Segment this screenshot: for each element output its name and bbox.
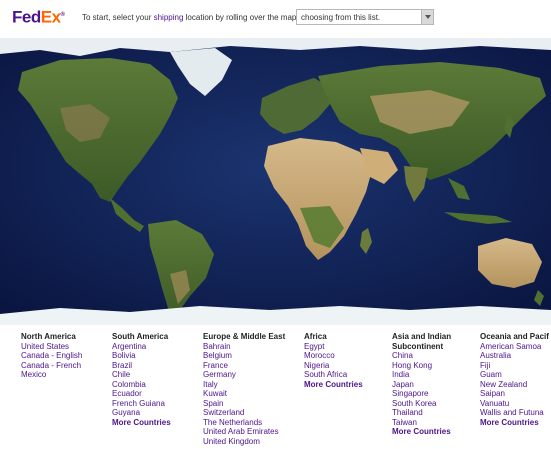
- region-title: Europe & Middle East: [203, 332, 286, 341]
- more-countries-link[interactable]: More Countries: [304, 380, 363, 390]
- logo-ex: Ex: [40, 7, 61, 27]
- country-link[interactable]: Kuwait: [203, 389, 285, 399]
- region-africa: Africa Egypt Morocco Nigeria South Afric…: [304, 332, 363, 389]
- country-link[interactable]: Taiwan: [392, 418, 451, 428]
- country-link[interactable]: Ecuador: [112, 389, 171, 399]
- region-lists: North America United States Canada - Eng…: [0, 325, 551, 449]
- country-link[interactable]: Colombia: [112, 380, 171, 390]
- more-countries-link[interactable]: More Countries: [112, 418, 171, 428]
- country-link[interactable]: Bahrain: [203, 342, 285, 352]
- country-link[interactable]: Germany: [203, 370, 285, 380]
- region-title: Oceania and Pacif: [480, 332, 549, 341]
- world-map-image: [0, 38, 551, 325]
- country-link[interactable]: United Kingdom: [203, 437, 285, 447]
- country-link[interactable]: France: [203, 361, 285, 371]
- region-title-line2: Subcontinent: [392, 341, 444, 351]
- country-link[interactable]: Bolivia: [112, 351, 171, 361]
- world-map[interactable]: [0, 38, 551, 325]
- country-link[interactable]: Canada - English: [21, 351, 82, 361]
- chevron-down-icon[interactable]: [421, 10, 433, 24]
- country-link[interactable]: American Samoa: [480, 342, 549, 352]
- country-link[interactable]: Fiji: [480, 361, 549, 371]
- country-link[interactable]: Belgium: [203, 351, 285, 361]
- country-link[interactable]: Hong Kong: [392, 361, 451, 371]
- country-link[interactable]: Spain: [203, 399, 285, 409]
- country-link[interactable]: United States: [21, 342, 82, 352]
- instruction-link: shipping: [153, 13, 184, 22]
- region-north-america: North America United States Canada - Eng…: [21, 332, 82, 380]
- instruction-post: location by rolling over the map, or: [185, 13, 308, 22]
- location-select-value: choosing from this list.: [301, 13, 381, 22]
- region-south-america: South America Argentina Bolivia Brazil C…: [112, 332, 171, 427]
- instruction-text: To start, select your shipping location …: [82, 13, 308, 22]
- country-link[interactable]: United Arab Emirates: [203, 427, 285, 437]
- location-select[interactable]: choosing from this list.: [296, 9, 434, 25]
- country-link[interactable]: Saipan: [480, 389, 549, 399]
- fedex-logo[interactable]: FedEx®: [12, 5, 65, 28]
- more-countries-link[interactable]: More Countries: [480, 418, 549, 428]
- country-link[interactable]: India: [392, 370, 451, 380]
- region-title: Asia and Indian: [392, 332, 452, 341]
- country-link[interactable]: Guyana: [112, 408, 171, 418]
- country-link[interactable]: The Netherlands: [203, 418, 285, 428]
- region-title: Africa: [304, 332, 327, 341]
- instruction-pre: To start, select your: [82, 13, 152, 22]
- country-link[interactable]: Morocco: [304, 351, 363, 361]
- country-link[interactable]: Thailand: [392, 408, 451, 418]
- country-link[interactable]: Switzerland: [203, 408, 285, 418]
- country-link[interactable]: Argentina: [112, 342, 171, 352]
- country-link[interactable]: Chile: [112, 370, 171, 380]
- region-title: South America: [112, 332, 169, 341]
- country-link[interactable]: Brazil: [112, 361, 171, 371]
- country-link[interactable]: Nigeria: [304, 361, 363, 371]
- country-link[interactable]: South Korea: [392, 399, 451, 409]
- country-link[interactable]: French Guiana: [112, 399, 171, 409]
- country-link[interactable]: Wallis and Futuna: [480, 408, 549, 418]
- country-link[interactable]: Egypt: [304, 342, 363, 352]
- region-oceania: Oceania and Pacif American Samoa Austral…: [480, 332, 549, 427]
- country-link[interactable]: Guam: [480, 370, 549, 380]
- region-asia: Asia and Indian Subcontinent China Hong …: [392, 332, 451, 437]
- country-link[interactable]: Vanuatu: [480, 399, 549, 409]
- region-europe-middle-east: Europe & Middle East Bahrain Belgium Fra…: [203, 332, 285, 446]
- country-link[interactable]: China: [392, 351, 451, 361]
- country-link[interactable]: Japan: [392, 380, 451, 390]
- country-link[interactable]: Australia: [480, 351, 549, 361]
- country-link[interactable]: Mexico: [21, 370, 82, 380]
- logo-fed: Fed: [12, 7, 41, 27]
- country-link[interactable]: South Africa: [304, 370, 363, 380]
- more-countries-link[interactable]: More Countries: [392, 427, 451, 437]
- logo-trademark: ®: [60, 12, 65, 18]
- country-link[interactable]: Canada - French: [21, 361, 82, 371]
- country-link[interactable]: Italy: [203, 380, 285, 390]
- region-title: North America: [21, 332, 76, 341]
- header: FedEx® To start, select your shipping lo…: [0, 0, 551, 38]
- country-link[interactable]: Singapore: [392, 389, 451, 399]
- country-link[interactable]: New Zealand: [480, 380, 549, 390]
